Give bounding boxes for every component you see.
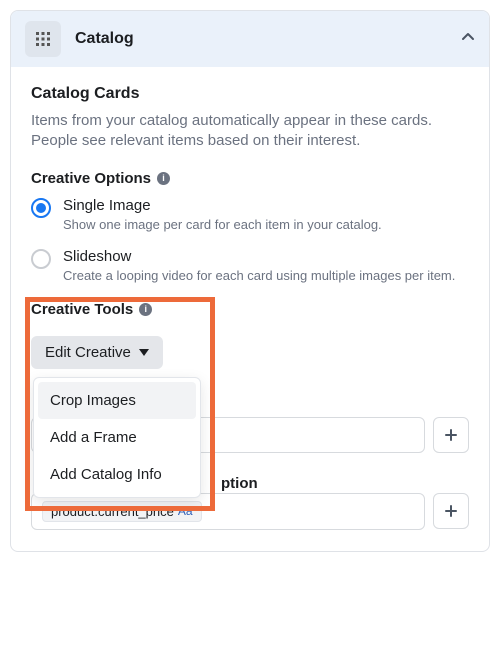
radio-single-image[interactable]: Single Image Show one image per card for… — [31, 197, 469, 234]
menu-crop-images[interactable]: Crop Images — [38, 382, 196, 419]
caret-down-icon — [139, 349, 149, 356]
field-row-price: product.current_price Aa — [31, 493, 469, 530]
text-style-icon: Aa — [178, 504, 193, 518]
plus-icon — [444, 428, 458, 442]
catalog-cards-desc: Items from your catalog automatically ap… — [31, 111, 469, 152]
catalog-grid-icon — [25, 21, 61, 57]
option-label: Slideshow — [63, 248, 455, 265]
edit-creative-menu: Crop Images Add a Frame Add Catalog Info — [33, 377, 201, 498]
dynamic-chip[interactable]: product.current_price Aa — [42, 501, 202, 522]
radio-indicator — [31, 198, 51, 218]
creative-options-heading: Creative Options i — [31, 170, 469, 187]
panel-body: Catalog Cards Items from your catalog au… — [11, 67, 489, 551]
text-field[interactable]: product.current_price Aa — [31, 493, 425, 530]
button-label: Edit Creative — [45, 344, 131, 361]
radio-indicator — [31, 249, 51, 269]
option-label: Single Image — [63, 197, 382, 214]
info-icon[interactable]: i — [157, 172, 170, 185]
add-button[interactable] — [433, 493, 469, 529]
radio-slideshow[interactable]: Slideshow Create a looping video for eac… — [31, 248, 469, 285]
panel-header[interactable]: Catalog — [11, 11, 489, 67]
add-button[interactable] — [433, 417, 469, 453]
panel-title: Catalog — [75, 30, 134, 48]
catalog-panel: Catalog Catalog Cards Items from your ca… — [10, 10, 490, 552]
creative-tools-area: Creative Tools i Edit Creative Crop Imag… — [31, 301, 469, 531]
menu-add-catalog-info[interactable]: Add Catalog Info — [38, 456, 196, 493]
plus-icon — [444, 504, 458, 518]
catalog-cards-title: Catalog Cards — [31, 85, 469, 103]
menu-add-frame[interactable]: Add a Frame — [38, 419, 196, 456]
option-desc: Create a looping video for each card usi… — [63, 268, 455, 283]
partial-field-label: ption — [221, 475, 258, 492]
creative-tools-heading: Creative Tools i — [31, 301, 469, 318]
chevron-up-icon[interactable] — [461, 30, 475, 49]
option-desc: Show one image per card for each item in… — [63, 217, 382, 232]
info-icon[interactable]: i — [139, 303, 152, 316]
edit-creative-button[interactable]: Edit Creative — [31, 336, 163, 369]
